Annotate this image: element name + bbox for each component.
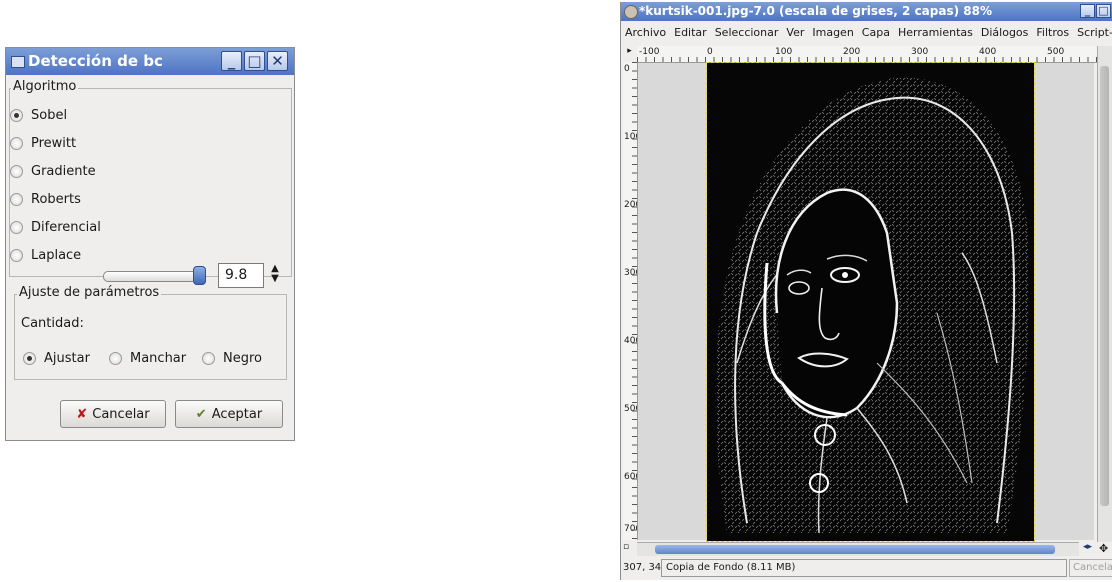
radio-label: Negro	[223, 350, 262, 366]
portrait-edges-graphic	[707, 63, 1034, 541]
radio-gradiente[interactable]: Gradiente	[10, 160, 96, 182]
cancel-button[interactable]: ✘ Cancelar	[60, 400, 166, 428]
ruler-tick-label: 500	[1047, 47, 1065, 57]
radio-button-icon[interactable]	[10, 108, 23, 122]
radio-button-icon[interactable]	[10, 164, 23, 178]
minimize-icon[interactable]: _	[221, 51, 242, 71]
ruler-tick-label: 100	[775, 47, 793, 57]
ruler-tick-label: -100	[639, 47, 660, 57]
radio-button-icon[interactable]	[109, 351, 122, 365]
ok-button-label: Aceptar	[211, 406, 263, 422]
ruler-tick-label: 400	[979, 47, 997, 57]
quick-mask-toggle-icon[interactable]: ▫	[623, 542, 636, 555]
menu-capa[interactable]: Capa	[862, 26, 890, 39]
menu-ver[interactable]: Ver	[786, 26, 804, 39]
radio-label: Prewitt	[31, 135, 77, 151]
amount-spin-input[interactable]: 9.8	[218, 263, 264, 288]
ok-button[interactable]: ✔ Aceptar	[175, 400, 283, 428]
maximize-icon[interactable]: □	[244, 51, 265, 71]
zoom-to-fit-icon[interactable]: ◂▸	[1083, 542, 1097, 555]
window-menu-icon[interactable]	[11, 56, 25, 68]
minimize-icon[interactable]: _	[1080, 4, 1095, 18]
spin-arrows-icon[interactable]: ▲ ▼	[269, 264, 281, 288]
radio-button-icon[interactable]	[10, 192, 23, 206]
status-message: Copia de Fondo (8.11 MB)	[661, 559, 1067, 577]
edge-detect-dialog: Detección de bc _ □ ✕ Algoritmo Sobel Pr…	[5, 47, 295, 441]
vertical-ruler[interactable]: 0 100 200 300 400 500 600 700	[623, 62, 638, 540]
ok-check-icon: ✔	[195, 406, 207, 422]
horizontal-scrollbar[interactable]	[637, 542, 1079, 556]
radio-label: Laplace	[31, 247, 82, 263]
menu-editar[interactable]: Editar	[674, 26, 707, 39]
radio-label: Roberts	[31, 191, 81, 207]
ruler-tick-label: 0	[624, 64, 630, 74]
horizontal-scrollbar-thumb[interactable]	[655, 545, 1055, 554]
radio-label: Manchar	[130, 350, 187, 366]
maximize-icon[interactable]: □	[1096, 4, 1111, 18]
radio-label: Ajustar	[44, 350, 90, 366]
image-window: *kurtsik-001.jpg-7.0 (escala de grises, …	[620, 2, 1112, 580]
radio-button-icon[interactable]	[10, 136, 23, 150]
radio-button-icon[interactable]	[23, 351, 36, 365]
menu-dialogos[interactable]: Diálogos	[981, 26, 1029, 39]
menu-bar: Archivo Editar Seleccionar Ver Imagen Ca…	[621, 21, 1112, 43]
radio-prewitt[interactable]: Prewitt	[10, 132, 76, 154]
menu-seleccionar[interactable]: Seleccionar	[715, 26, 779, 39]
radio-button-icon[interactable]	[10, 220, 23, 234]
navigate-icon[interactable]: ✥	[1099, 542, 1111, 555]
menu-archivo[interactable]: Archivo	[625, 26, 666, 39]
horizontal-ruler[interactable]: -100 0 100 200 300 400 500	[637, 46, 1097, 63]
image-window-title: *kurtsik-001.jpg-7.0 (escala de grises, …	[639, 4, 992, 18]
status-cancel-button[interactable]: Cancelar	[1069, 559, 1112, 577]
radio-negro[interactable]: Negro	[202, 347, 262, 369]
parameters-frame-label: Ajuste de parámetros	[17, 285, 162, 300]
close-icon[interactable]: ✕	[267, 51, 288, 71]
edge-detected-image[interactable]	[706, 62, 1035, 542]
vertical-scrollbar[interactable]	[1097, 46, 1112, 542]
dialog-title: Detección de bc	[28, 52, 163, 70]
ruler-tick-label: 300	[911, 47, 929, 57]
gimp-icon	[624, 5, 638, 19]
quick-mask-menu-icon[interactable]: ▸	[623, 46, 636, 61]
image-window-titlebar[interactable]: *kurtsik-001.jpg-7.0 (escala de grises, …	[621, 2, 1112, 21]
menu-imagen[interactable]: Imagen	[812, 26, 853, 39]
amount-slider-track[interactable]	[103, 271, 201, 282]
ruler-tick-label: 200	[843, 47, 861, 57]
radio-ajustar[interactable]: Ajustar	[23, 347, 90, 369]
cancel-button-label: Cancelar	[92, 406, 150, 422]
menu-herramientas[interactable]: Herramientas	[898, 26, 973, 39]
radio-label: Diferencial	[31, 219, 101, 235]
radio-diferencial[interactable]: Diferencial	[10, 216, 101, 238]
radio-manchar[interactable]: Manchar	[109, 347, 186, 369]
menu-script-fu[interactable]: Script-Fu	[1077, 26, 1112, 39]
amount-slider-handle[interactable]	[193, 266, 206, 285]
ruler-tick-label: 0	[707, 47, 713, 57]
radio-button-icon[interactable]	[202, 351, 215, 365]
radio-laplace[interactable]: Laplace	[10, 244, 81, 266]
status-bar: 307, 348 Copia de Fondo (8.11 MB) Cancel…	[621, 558, 1112, 580]
radio-sobel[interactable]: Sobel	[10, 104, 67, 126]
vertical-scrollbar-thumb[interactable]	[1100, 66, 1109, 506]
radio-label: Gradiente	[31, 163, 96, 179]
cancel-icon: ✘	[76, 406, 88, 422]
amount-label: Cantidad:	[21, 316, 84, 331]
algorithm-frame-label: Algoritmo	[11, 79, 79, 94]
radio-roberts[interactable]: Roberts	[10, 188, 81, 210]
menu-filtros[interactable]: Filtros	[1036, 26, 1069, 39]
radio-label: Sobel	[31, 107, 68, 123]
dialog-titlebar[interactable]: Detección de bc _ □ ✕	[6, 48, 294, 75]
radio-button-icon[interactable]	[10, 248, 23, 262]
